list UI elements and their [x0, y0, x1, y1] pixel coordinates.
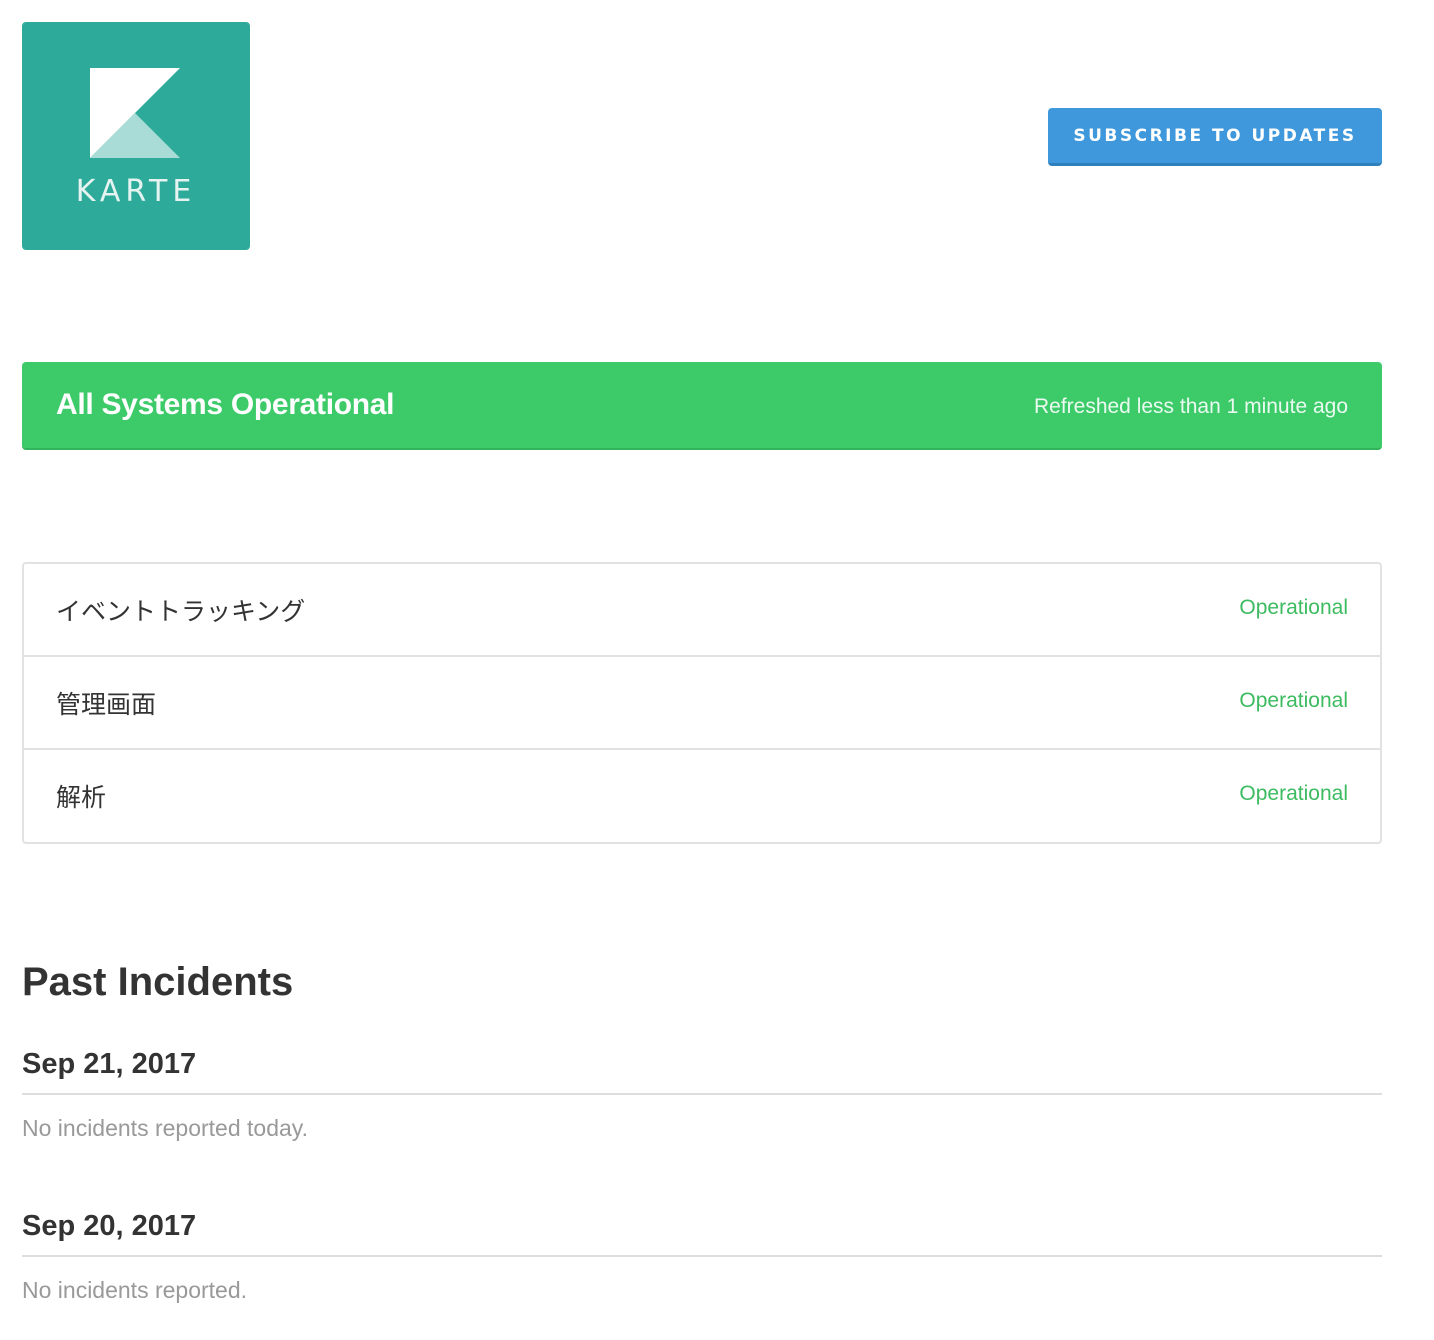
karte-logo[interactable]: KARTE [22, 22, 250, 250]
component-row: イベントトラッキング Operational [24, 564, 1380, 657]
component-status: Operational [1239, 596, 1348, 619]
component-status: Operational [1239, 689, 1348, 712]
component-status: Operational [1239, 782, 1348, 805]
past-incidents-title: Past Incidents [22, 960, 294, 1004]
logo-text: KARTE [75, 174, 197, 209]
incident-day: Sep 21, 2017 No incidents reported today… [22, 1048, 1382, 1142]
incident-day: Sep 20, 2017 No incidents reported. [22, 1210, 1382, 1304]
component-name: 解析 [56, 783, 107, 812]
incident-note: No incidents reported. [22, 1277, 248, 1303]
refreshed-text: Refreshed less than 1 minute ago [1033, 395, 1348, 418]
karte-logo-icon [90, 68, 180, 158]
component-name: イベントトラッキング [56, 597, 306, 626]
status-title: All Systems Operational [56, 388, 395, 421]
incident-note: No incidents reported today. [22, 1115, 308, 1141]
components-list: イベントトラッキング Operational 管理画面 Operational … [22, 562, 1382, 844]
component-name: 管理画面 [56, 690, 157, 719]
incident-date: Sep 20, 2017 [22, 1210, 1382, 1257]
component-row: 管理画面 Operational [24, 657, 1380, 750]
component-row: 解析 Operational [24, 750, 1380, 843]
status-banner: All Systems Operational Refreshed less t… [22, 362, 1382, 450]
subscribe-button[interactable]: Subscribe to Updates [1048, 108, 1382, 166]
incident-date: Sep 21, 2017 [22, 1048, 1382, 1095]
status-page: KARTE Subscribe to Updates All Systems O… [0, 0, 1434, 1340]
